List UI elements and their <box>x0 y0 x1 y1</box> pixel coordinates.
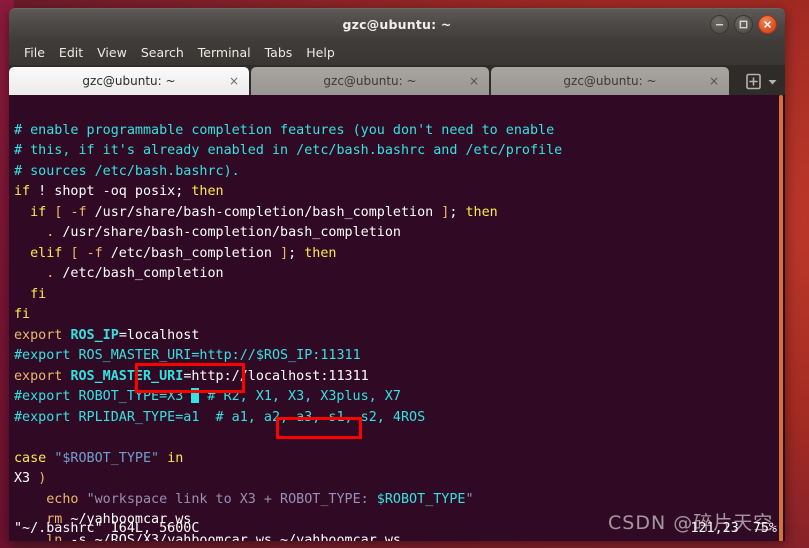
tab-1[interactable]: gzc@ubuntu: ~ × <box>9 67 249 95</box>
close-button[interactable] <box>758 15 777 34</box>
code-line: # this, if it's already enabled in /etc/… <box>14 143 563 158</box>
menu-tabs[interactable]: Tabs <box>258 43 300 62</box>
code-line: fi <box>30 286 47 302</box>
terminal-content[interactable]: # enable programmable completion feature… <box>9 95 785 541</box>
menu-help[interactable]: Help <box>299 43 342 62</box>
code-line: # enable programmable completion feature… <box>14 122 555 138</box>
code-line: export ROS_IP=localhost <box>14 327 200 343</box>
tab-1-close-icon[interactable]: × <box>229 75 239 87</box>
maximize-button[interactable] <box>734 15 753 34</box>
tab-3-label: gzc@ubuntu: ~ <box>563 74 657 88</box>
menu-view[interactable]: View <box>90 43 134 62</box>
menu-file[interactable]: File <box>17 43 52 62</box>
vim-status-chars: 5600C <box>159 521 200 536</box>
menu-edit[interactable]: Edit <box>52 43 90 62</box>
tab-2[interactable]: gzc@ubuntu: ~ × <box>251 67 489 95</box>
code-line: # sources /etc/bash.bashrc). <box>14 163 240 179</box>
vim-status-line: "~/.bashrc" 164L, 5600C 121,23 75% <box>14 520 777 538</box>
code-line: . /etc/bash_completion <box>46 266 224 281</box>
vim-status-lines: 164L, <box>110 521 152 536</box>
close-icon <box>764 21 771 28</box>
tab-3-close-icon[interactable]: × <box>709 75 719 87</box>
terminal-scrollbar-thumb[interactable] <box>779 95 783 541</box>
new-tab-icon[interactable] <box>744 72 763 91</box>
code-line: #export RPLIDAR_TYPE=a1 # a1, a2, a3, s1… <box>14 409 426 425</box>
terminal-window: gzc@ubuntu: ~ File Edit View Search Term… <box>9 8 785 541</box>
chevron-down-icon[interactable] <box>766 75 779 88</box>
code-line: if [ -f /usr/share/bash-completion/bash_… <box>30 204 498 220</box>
code-line: if ! shopt -oq posix; then <box>14 184 224 199</box>
menubar: File Edit View Search Terminal Tabs Help <box>9 40 785 65</box>
code-line: #export ROBOT_TYPE=X3 # R2, X1, X3, X3pl… <box>14 388 401 404</box>
code-line: fi <box>14 307 31 322</box>
minimize-icon <box>716 24 723 26</box>
tab-2-label: gzc@ubuntu: ~ <box>323 74 417 88</box>
code-line: echo "workspace link to X3 + ROBOT_TYPE:… <box>46 491 474 507</box>
code-line: X3 ) <box>14 471 47 486</box>
code-line: #export ROS_MASTER_URI=http://$ROS_IP:11… <box>14 348 361 363</box>
tab-1-label: gzc@ubuntu: ~ <box>82 74 176 88</box>
code-line: case "$ROBOT_TYPE" in <box>14 450 184 466</box>
vim-buffer-text: # enable programmable completion feature… <box>14 100 785 542</box>
menu-search[interactable]: Search <box>134 43 191 62</box>
code-line: export ROS_MASTER_URI=http://localhost:1… <box>14 368 369 384</box>
menu-terminal[interactable]: Terminal <box>191 43 258 62</box>
vim-scroll-percent: 75% <box>752 521 777 536</box>
window-titlebar: gzc@ubuntu: ~ <box>9 8 785 40</box>
window-controls <box>710 15 777 34</box>
vim-status-file: "~/.bashrc" <box>14 521 103 536</box>
vim-cursor-position: 121,23 <box>690 521 739 536</box>
window-title: gzc@ubuntu: ~ <box>342 17 452 32</box>
code-line: . /usr/share/bash-completion/bash_comple… <box>46 225 401 240</box>
tabbar: gzc@ubuntu: ~ × gzc@ubuntu: ~ × gzc@ubun… <box>9 65 785 95</box>
tab-2-close-icon[interactable]: × <box>469 75 479 87</box>
vim-ruler: 121,23 75% <box>690 520 777 538</box>
maximize-icon <box>739 20 748 29</box>
tab-3[interactable]: gzc@ubuntu: ~ × <box>491 67 729 95</box>
minimize-button[interactable] <box>710 15 729 34</box>
terminal-scrollbar[interactable] <box>779 95 783 541</box>
code-line: elif [ -f /etc/bash_completion ]; then <box>30 245 337 261</box>
tabbar-actions <box>738 72 785 95</box>
